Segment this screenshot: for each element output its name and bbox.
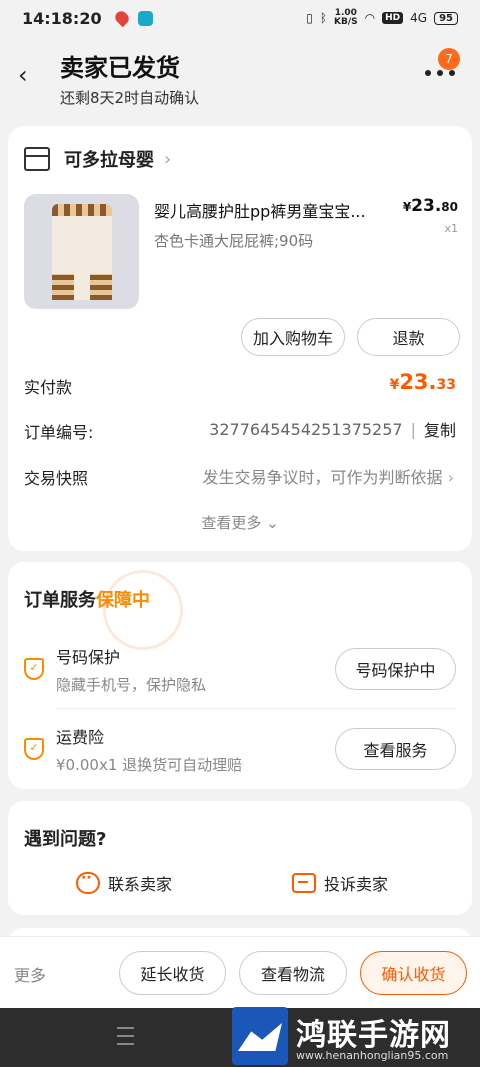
problem-card: 遇到问题? 联系卖家 投诉卖家 bbox=[8, 801, 472, 915]
status-indicators: ▯ ᛒ 1.00 KB/S ◠ HD 4G 95 bbox=[306, 9, 458, 27]
complain-seller-label: 投诉卖家 bbox=[324, 875, 389, 894]
product-quantity: x1 bbox=[444, 222, 458, 235]
bottom-action-bar: 更多 延长收货 查看物流 确认收货 bbox=[0, 936, 480, 1008]
snapshot-label[interactable]: 交易快照 bbox=[24, 465, 88, 489]
order-number-label: 订单编号: bbox=[24, 423, 94, 442]
more-button[interactable]: 更多 bbox=[14, 962, 46, 986]
service-name: 号码保护 bbox=[56, 648, 121, 667]
back-icon[interactable]: ‹ bbox=[18, 63, 38, 87]
shop-icon bbox=[24, 147, 50, 171]
paid-amount: ¥23.33 bbox=[389, 370, 456, 394]
extend-receipt-button[interactable]: 延长收货 bbox=[119, 951, 226, 995]
hd-icon: HD bbox=[382, 12, 404, 24]
confirm-receipt-button[interactable]: 确认收货 bbox=[360, 951, 467, 995]
chevron-down-icon: ⌄ bbox=[266, 514, 279, 532]
product-title[interactable]: 婴儿高腰护肚pp裤男童宝宝... bbox=[154, 198, 394, 222]
service-desc: ¥0.00x1 退换货可自动理赔 bbox=[56, 756, 243, 774]
product-image[interactable] bbox=[24, 194, 139, 309]
watermark-url: www.henanhonglian95.com bbox=[296, 1049, 449, 1062]
chevron-right-icon: › bbox=[164, 148, 172, 170]
add-to-cart-button[interactable]: 加入购物车 bbox=[241, 318, 345, 356]
shield-check-icon: ✓ bbox=[24, 658, 44, 680]
status-bar: 14:18:20 ▯ ᛒ 1.00 KB/S ◠ HD 4G 95 bbox=[0, 0, 480, 36]
view-service-button[interactable]: 查看服务 bbox=[335, 728, 456, 770]
copy-button[interactable]: 复制 bbox=[424, 417, 456, 441]
product-price: ¥23.80 bbox=[402, 196, 458, 216]
page-title: 卖家已发货 bbox=[60, 54, 180, 82]
signal-icon: 4G bbox=[410, 11, 428, 25]
order-number-row: 3277645454251375257 | 复制 bbox=[209, 417, 456, 441]
service-name: 运费险 bbox=[56, 728, 105, 747]
vibrate-icon: ▯ bbox=[306, 11, 313, 25]
refund-button[interactable]: 退款 bbox=[357, 318, 460, 356]
service-desc: 隐藏手机号，保护隐私 bbox=[56, 676, 207, 694]
order-card: 可多拉母婴 › 婴儿高腰护肚pp裤男童宝宝... 杏色卡通大屁屁裤;90码 ¥2… bbox=[8, 126, 472, 551]
watermark-title: 鸿联手游网 bbox=[296, 1018, 451, 1053]
shop-name: 可多拉母婴 bbox=[64, 150, 154, 171]
divider: | bbox=[410, 419, 416, 439]
location-app-icon bbox=[112, 8, 131, 28]
paid-label: 实付款 bbox=[24, 378, 73, 397]
notification-badge: 7 bbox=[438, 48, 460, 70]
chat-icon bbox=[76, 870, 100, 894]
see-more-button[interactable]: 查看更多 ⌄ bbox=[8, 512, 472, 533]
shield-check-icon: ✓ bbox=[24, 738, 44, 760]
product-spec: 杏色卡通大屁屁裤;90码 bbox=[154, 232, 314, 250]
watermark-logo bbox=[232, 1007, 288, 1065]
bluetooth-icon: ᛒ bbox=[319, 11, 328, 25]
snapshot-link[interactable]: 发生交易争议时，可作为判断依据 › bbox=[202, 464, 454, 488]
net-speed: 1.00 KB/S bbox=[334, 8, 358, 27]
battery-icon: 95 bbox=[434, 11, 458, 25]
auto-confirm-countdown: 还剩8天2时自动确认 bbox=[60, 89, 200, 107]
wifi-icon: ◠ bbox=[364, 11, 376, 25]
problem-title: 遇到问题? bbox=[24, 829, 107, 850]
page-header: ‹ 卖家已发货 还剩8天2时自动确认 7 bbox=[0, 36, 480, 118]
service-card: 订单服务保障中 ✓ 号码保护 隐藏手机号，保护隐私 号码保护中 ✓ 运费险 ¥0… bbox=[8, 562, 472, 789]
message-app-icon bbox=[137, 10, 153, 26]
service-title: 订单服务保障中 bbox=[24, 590, 150, 611]
complain-seller-button[interactable]: 投诉卖家 bbox=[292, 871, 388, 895]
view-logistics-button[interactable]: 查看物流 bbox=[239, 951, 347, 995]
complaint-icon bbox=[292, 873, 316, 893]
menu-icon[interactable] bbox=[117, 1027, 134, 1045]
shop-link[interactable]: 可多拉母婴 › bbox=[24, 146, 171, 172]
phone-protection-button[interactable]: 号码保护中 bbox=[335, 648, 456, 690]
chevron-right-icon: › bbox=[447, 468, 454, 487]
status-time: 14:18:20 bbox=[22, 8, 102, 28]
contact-seller-label: 联系卖家 bbox=[108, 875, 173, 894]
order-number: 3277645454251375257 bbox=[209, 419, 403, 439]
divider bbox=[56, 708, 456, 709]
contact-seller-button[interactable]: 联系卖家 bbox=[76, 870, 173, 895]
